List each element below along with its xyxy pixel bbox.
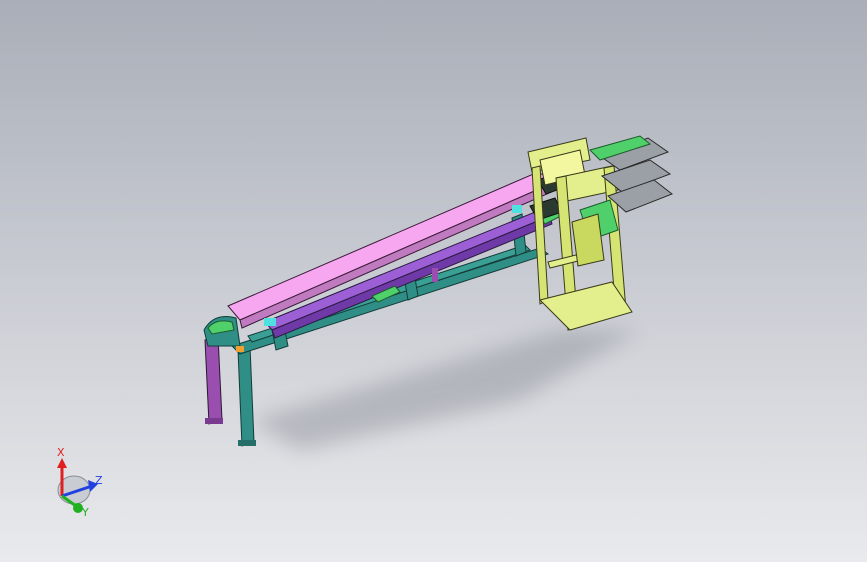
cad-viewport[interactable]: X Z Y — [0, 0, 867, 562]
model-shadow — [250, 330, 640, 450]
x-axis-label: X — [57, 446, 65, 459]
z-axis-label: Z — [95, 474, 103, 487]
axis-triad[interactable]: X Z Y — [57, 446, 103, 519]
x-axis-arrow — [57, 458, 67, 468]
y-axis-label: Y — [81, 506, 89, 519]
model-canvas[interactable]: X Z Y — [0, 0, 867, 562]
left-support-legs — [204, 335, 256, 447]
